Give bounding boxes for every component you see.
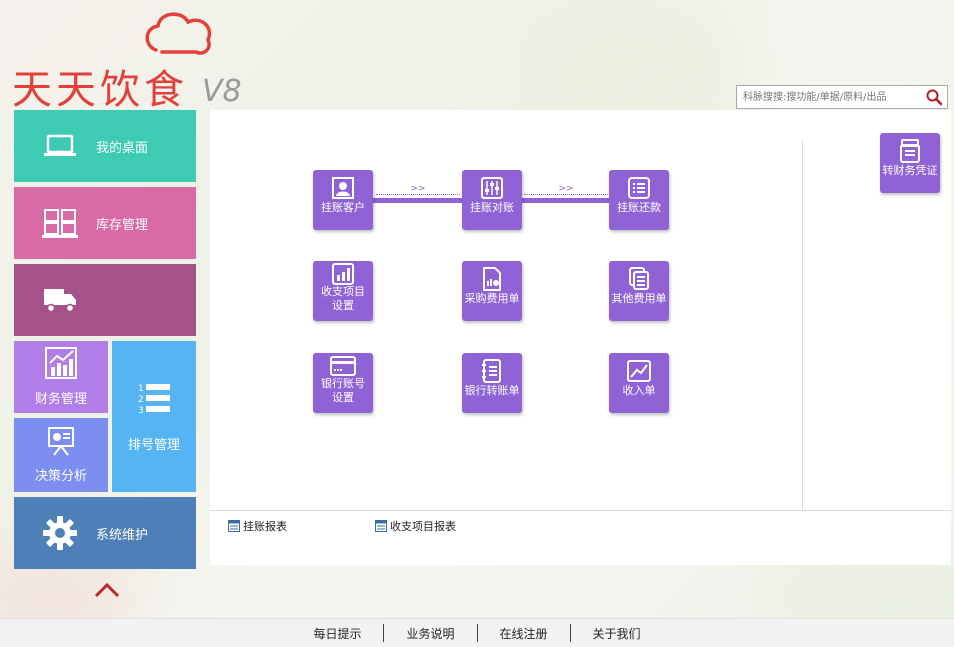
chart-up-icon: [45, 347, 77, 382]
doc-chart-icon: [481, 266, 503, 292]
sidebar-item-label: 财务管理: [34, 392, 87, 407]
bank-account-settings-button[interactable]: 银行账号设置: [313, 353, 373, 413]
credit-customer-button[interactable]: 挂账客户: [313, 170, 373, 230]
report-icon: [228, 520, 240, 532]
sidebar-item-system[interactable]: 系统维护: [14, 497, 196, 569]
button-label: 收入单: [622, 384, 656, 397]
svg-text:3: 3: [138, 406, 144, 415]
search-box[interactable]: [736, 85, 948, 109]
divider: [802, 140, 803, 510]
list-icon: [628, 175, 650, 201]
button-label: 其他费用单: [611, 292, 667, 305]
bar-chart-icon: [332, 263, 354, 285]
footer-link-online-register[interactable]: 在线注册: [478, 625, 570, 642]
search-input[interactable]: [743, 87, 923, 107]
sidebar-item-stock[interactable]: 库存管理: [14, 187, 196, 259]
report-link-credit[interactable]: 挂账报表: [228, 518, 287, 534]
button-label: 银行转账单: [464, 384, 520, 397]
other-expense-button[interactable]: 其他费用单: [609, 261, 669, 321]
flow-arrow: >>: [376, 185, 460, 195]
sidebar-item-desktop[interactable]: 我的桌面: [14, 110, 196, 182]
report-label: 收支项目报表: [390, 520, 456, 533]
sidebar-item-label: 库存管理: [96, 217, 149, 233]
sidebar-item-finance[interactable]: 财务管理: [14, 341, 108, 413]
sidebar-item-label: 我的桌面: [96, 140, 149, 156]
chevron-up-icon[interactable]: [94, 582, 120, 598]
voucher-icon: [899, 138, 921, 164]
flow-connector: [370, 198, 464, 203]
footer-bar: 每日提示 业务说明 在线注册 关于我们: [0, 618, 954, 647]
sidebar-item-queue[interactable]: 1 2 3 排号管理: [112, 341, 196, 492]
footer-link-about-us[interactable]: 关于我们: [571, 625, 663, 642]
docs-icon: [628, 266, 650, 292]
divider: [210, 510, 951, 511]
credit-repay-button[interactable]: 挂账还款: [609, 170, 669, 230]
income-expense-item-settings-button[interactable]: 收支项目设置: [313, 261, 373, 321]
app-logo: 天天饮食 V8: [12, 8, 252, 112]
button-label: 采购费用单: [464, 292, 520, 305]
line-chart-icon: [627, 358, 651, 384]
app-version: V8: [202, 74, 242, 109]
logo-text: 天天饮食: [12, 67, 188, 113]
credit-reconcile-button[interactable]: 挂账对账: [462, 170, 522, 230]
card-icon: [330, 355, 356, 377]
main-panel: >> >> 挂账客户 挂账对账 挂账还款 收支项目设置 采购费用单 其他费用单 …: [210, 110, 951, 565]
button-label: 挂账还款: [617, 201, 661, 214]
button-label: 收支项目设置: [321, 285, 365, 312]
sidebar-item-label: 决策分析: [34, 469, 87, 484]
flow-connector: [520, 198, 612, 203]
warehouse-icon: [40, 208, 80, 238]
notebook-icon: [481, 358, 503, 384]
truck-icon: [40, 286, 80, 314]
footer-link-daily-tips[interactable]: 每日提示: [291, 625, 383, 642]
svg-text:1: 1: [138, 384, 144, 394]
report-icon: [375, 520, 387, 532]
flow-arrow: >>: [524, 185, 608, 195]
button-label: 挂账对账: [470, 201, 514, 214]
customer-icon: [332, 175, 354, 201]
sidebar-item-decision[interactable]: 决策分析: [14, 418, 108, 492]
button-label: 转财务凭证: [882, 164, 938, 177]
report-link-income-expense[interactable]: 收支项目报表: [375, 518, 456, 534]
bank-transfer-button[interactable]: 银行转账单: [462, 353, 522, 413]
gear-icon: [40, 515, 80, 551]
sidebar-item-delivery[interactable]: [14, 264, 196, 336]
svg-text:2: 2: [138, 395, 144, 405]
button-label: 银行账号设置: [321, 377, 365, 404]
sidebar-item-label: 系统维护: [96, 527, 149, 543]
income-receipt-button[interactable]: 收入单: [609, 353, 669, 413]
search-icon[interactable]: [925, 88, 943, 106]
sliders-icon: [481, 175, 503, 201]
chef-hat-icon: [145, 12, 212, 55]
laptop-icon: [40, 134, 80, 158]
sidebar-item-label: 排号管理: [127, 437, 180, 453]
presentation-icon: [46, 426, 76, 459]
footer-link-business-guide[interactable]: 业务说明: [384, 625, 476, 642]
button-label: 挂账客户: [321, 201, 365, 214]
transfer-voucher-button[interactable]: 转财务凭证: [880, 133, 940, 193]
purchase-expense-button[interactable]: 采购费用单: [462, 261, 522, 321]
numbered-list-icon: 1 2 3: [136, 381, 172, 418]
report-label: 挂账报表: [243, 520, 287, 533]
